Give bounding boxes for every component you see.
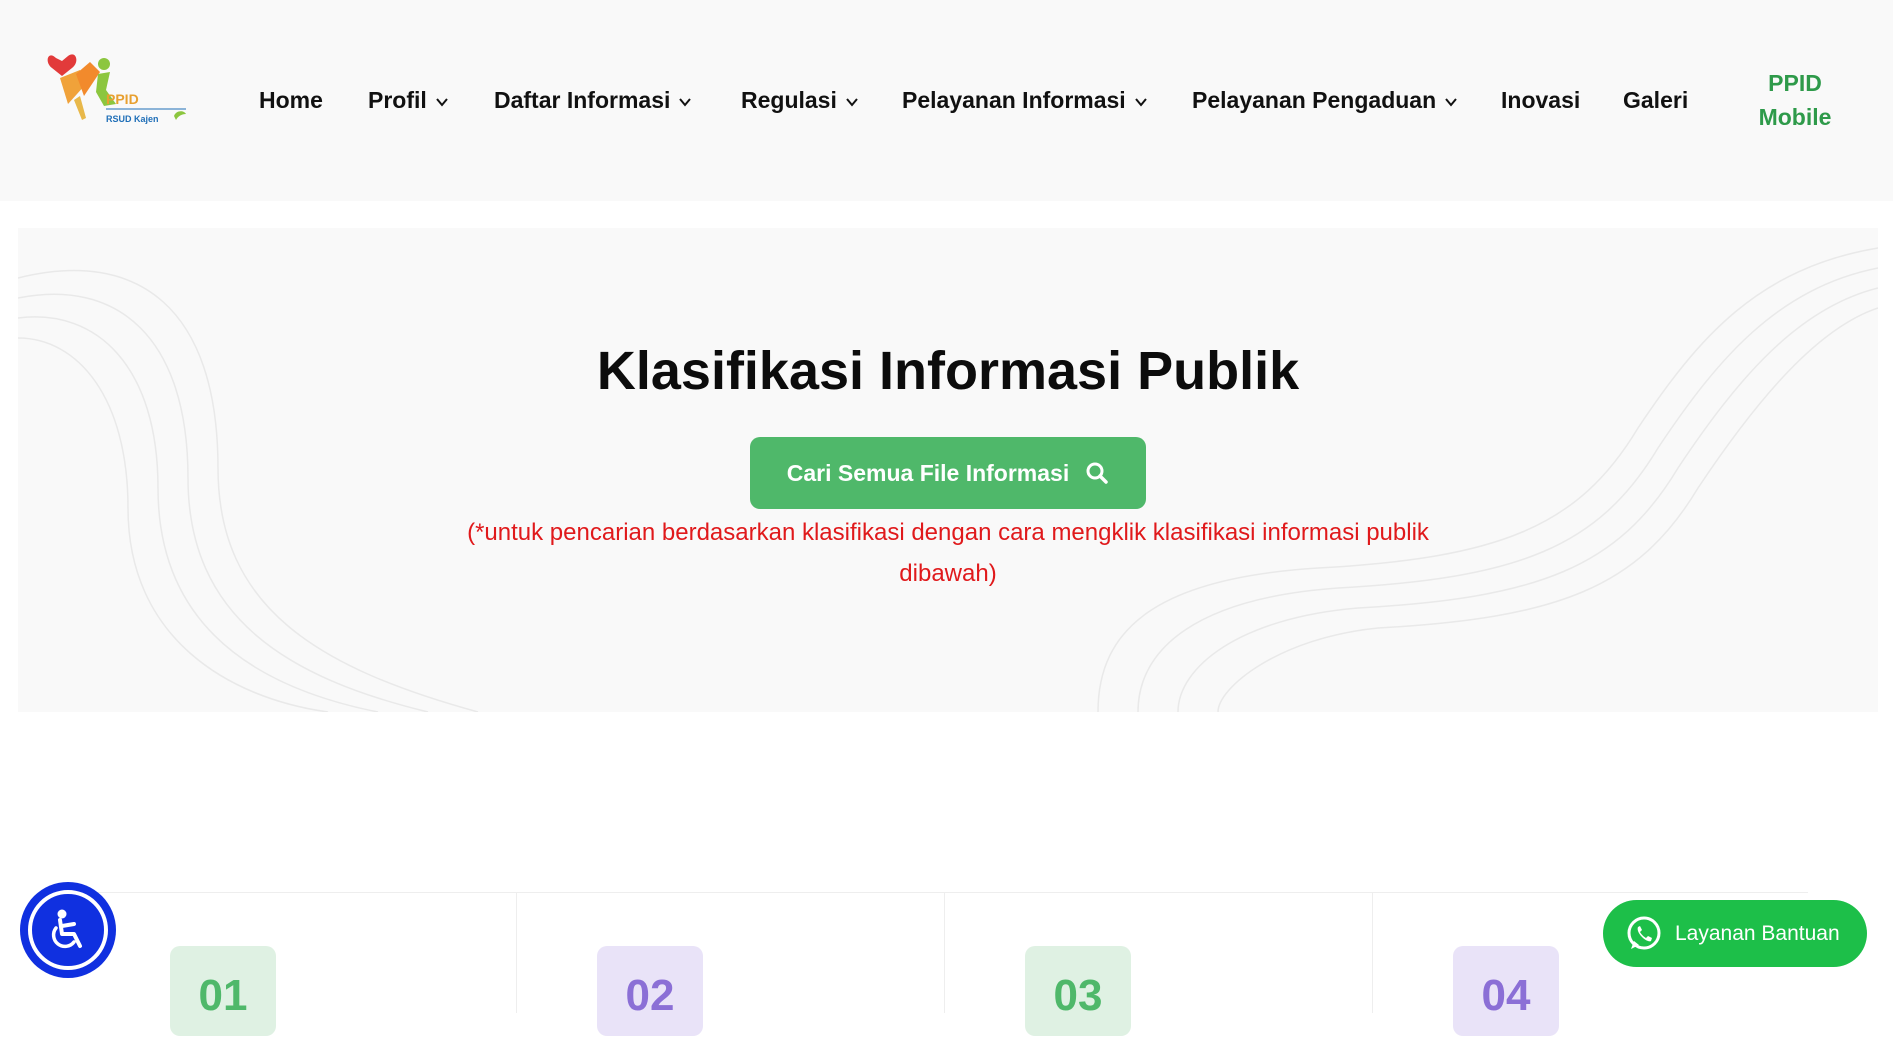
search-button-label: Cari Semua File Informasi: [786, 459, 1070, 486]
classification-cards: 01 02 03 04: [88, 892, 1808, 1036]
accessibility-ring: [28, 890, 108, 970]
site-header: PPID RSUD Kajen Home Profil Daftar Infor…: [0, 0, 1893, 201]
main-nav: Home Profil Daftar Informasi Regulasi Pe…: [0, 82, 1893, 118]
nav-home[interactable]: Home: [259, 82, 323, 118]
ppid-mobile-line1: PPID: [1768, 70, 1822, 96]
accessibility-button[interactable]: [20, 882, 116, 978]
chevron-down-icon: [845, 95, 859, 109]
chevron-down-icon: [1134, 95, 1148, 109]
search-hint-text: (*untuk pencarian berdasarkan klasifikas…: [467, 519, 1429, 587]
card-number-badge: 03: [1025, 946, 1131, 1036]
nav-daftar-informasi[interactable]: Daftar Informasi: [494, 82, 692, 118]
card-number-badge: 02: [597, 946, 703, 1036]
nav-pelayanan-pengaduan[interactable]: Pelayanan Pengaduan: [1192, 82, 1458, 118]
whatsapp-help-label: Layanan Bantuan: [1675, 921, 1840, 945]
card-number-badge: 04: [1453, 946, 1559, 1036]
chevron-down-icon: [1444, 95, 1458, 109]
chevron-down-icon: [678, 95, 692, 109]
nav-inovasi[interactable]: Inovasi: [1501, 82, 1580, 118]
card-number-badge: 01: [170, 946, 276, 1036]
ppid-mobile-link[interactable]: PPID Mobile: [1740, 66, 1850, 134]
search-icon: [1085, 461, 1109, 485]
nav-profil[interactable]: Profil: [368, 82, 449, 118]
classification-card-01[interactable]: 01: [88, 893, 516, 1036]
chevron-down-icon: [435, 95, 449, 109]
ppid-mobile-line2: Mobile: [1758, 104, 1832, 130]
nav-regulasi[interactable]: Regulasi: [741, 82, 859, 118]
page-title: Klasifikasi Informasi Publik: [596, 341, 1300, 401]
nav-pelayanan-informasi[interactable]: Pelayanan Informasi: [902, 82, 1148, 118]
whatsapp-icon: [1624, 914, 1664, 954]
nav-galeri[interactable]: Galeri: [1623, 82, 1688, 118]
accessibility-icon: [51, 909, 82, 949]
classification-card-02[interactable]: 02: [516, 893, 944, 1036]
hero-section: Klasifikasi Informasi Publik Cari Semua …: [18, 228, 1878, 712]
search-all-files-button[interactable]: Cari Semua File Informasi: [750, 437, 1146, 509]
classification-card-03[interactable]: 03: [944, 893, 1372, 1036]
whatsapp-help-button[interactable]: Layanan Bantuan: [1603, 900, 1867, 967]
